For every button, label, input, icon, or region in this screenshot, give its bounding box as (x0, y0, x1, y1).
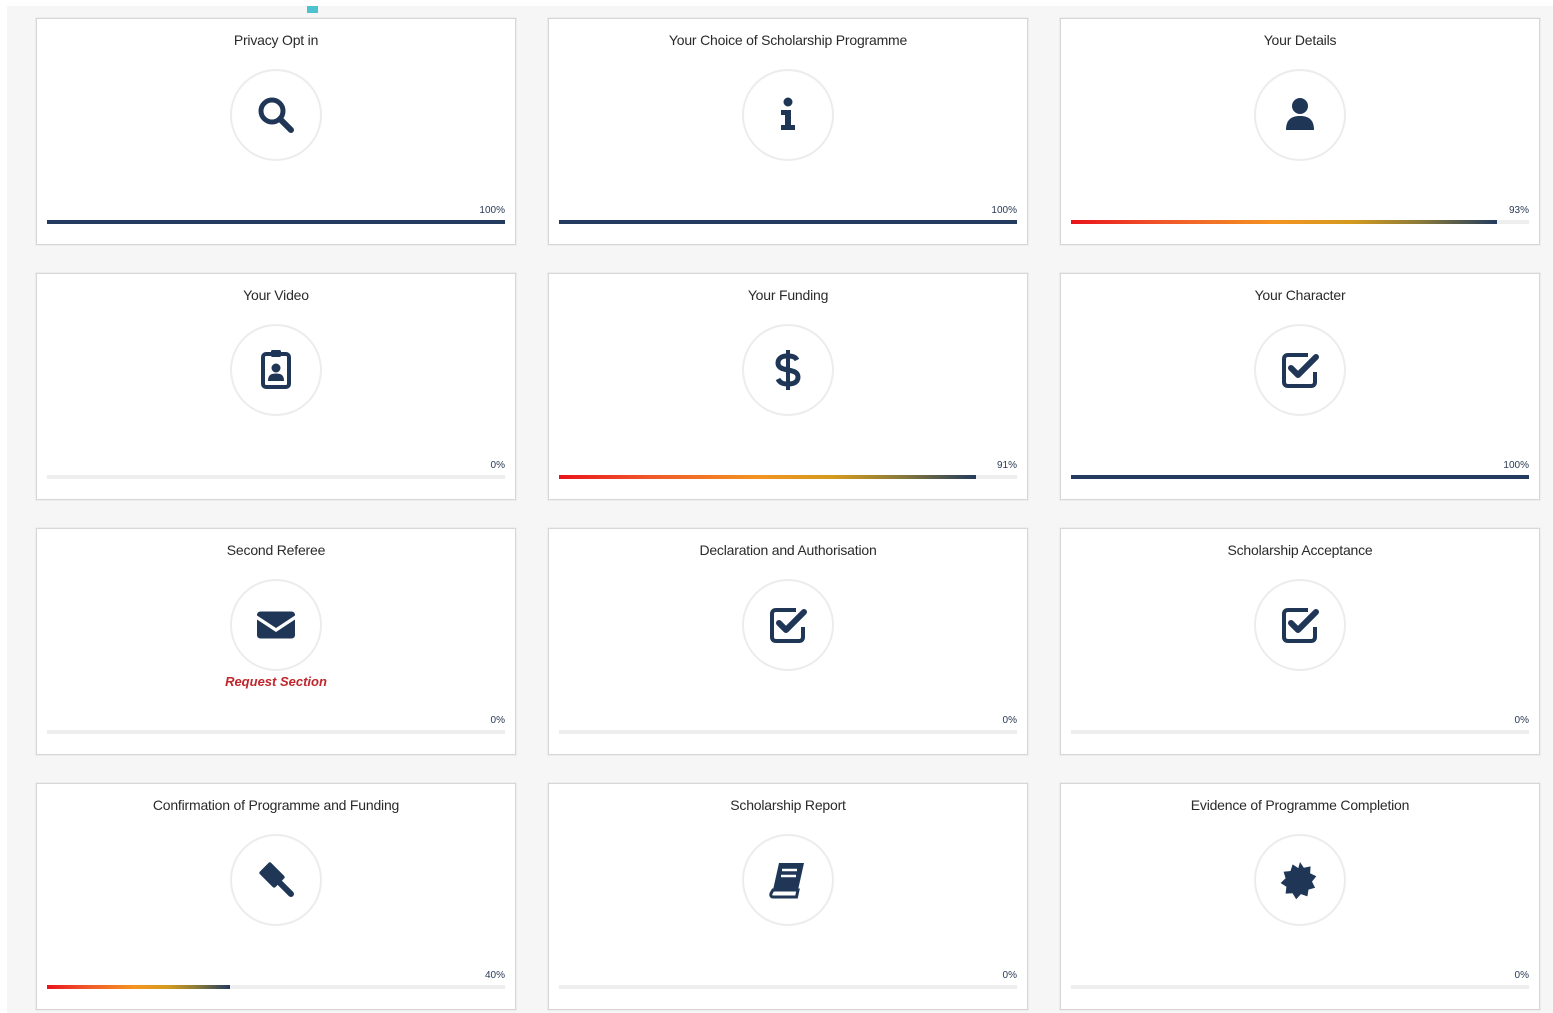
progress-percent: 91% (996, 460, 1017, 471)
icon-badge (742, 69, 834, 161)
section-title: Evidence of Programme Completion (1190, 797, 1410, 813)
icon-badge (1254, 324, 1346, 416)
progress-percent: 100% (479, 205, 505, 216)
progress-percent: 0% (490, 715, 505, 726)
section-card-privacy-opt-in[interactable]: Privacy Opt in 100% (36, 18, 516, 245)
progress-fill (1071, 475, 1529, 479)
search-icon (254, 93, 298, 137)
info-icon (766, 93, 810, 137)
progress-bar (1071, 730, 1529, 734)
progress-bar (559, 220, 1017, 224)
section-card-confirmation[interactable]: Confirmation of Programme and Funding 40… (36, 783, 516, 1010)
id-badge-icon (254, 348, 298, 392)
icon-badge (230, 69, 322, 161)
icon-badge (742, 834, 834, 926)
progress-bar (1071, 475, 1529, 479)
section-card-your-details[interactable]: Your Details 93% (1060, 18, 1540, 245)
progress-percent: 0% (490, 460, 505, 471)
user-icon (1278, 93, 1322, 137)
section-title: Your Choice of Scholarship Programme (668, 32, 908, 48)
icon-badge (1254, 579, 1346, 671)
section-title: Second Referee (226, 542, 326, 558)
section-title: Scholarship Acceptance (1227, 542, 1373, 558)
icon-badge (230, 324, 322, 416)
icon-badge (742, 579, 834, 671)
progress-bar (1071, 220, 1529, 224)
section-card-scholarship-programme[interactable]: Your Choice of Scholarship Programme 100… (548, 18, 1028, 245)
progress-fill (47, 220, 505, 224)
section-card-scholarship-acceptance[interactable]: Scholarship Acceptance 0% (1060, 528, 1540, 755)
section-card-second-referee[interactable]: Second Referee Request Section 0% (36, 528, 516, 755)
section-title: Confirmation of Programme and Funding (152, 797, 400, 813)
icon-badge (230, 834, 322, 926)
section-title: Scholarship Report (730, 797, 846, 813)
progress-fill (559, 220, 1017, 224)
section-card-grid: Privacy Opt in 100% Your Choice of Schol… (36, 18, 1540, 1010)
progress-fill (47, 985, 231, 989)
icon-badge (1254, 69, 1346, 161)
progress-percent: 100% (991, 205, 1017, 216)
envelope-icon (254, 603, 298, 647)
dollar-icon (766, 348, 810, 392)
checkbox-icon (1278, 348, 1322, 392)
section-card-declaration[interactable]: Declaration and Authorisation 0% (548, 528, 1028, 755)
progress-percent: 0% (1002, 970, 1017, 981)
request-section-link[interactable]: Request Section (37, 674, 515, 689)
section-title: Declaration and Authorisation (699, 542, 877, 558)
progress-bar (559, 730, 1017, 734)
progress-percent: 100% (1503, 460, 1529, 471)
progress-percent: 93% (1508, 205, 1529, 216)
section-card-your-character[interactable]: Your Character 100% (1060, 273, 1540, 500)
progress-bar (47, 985, 505, 989)
icon-badge (742, 324, 834, 416)
certificate-icon (1278, 858, 1322, 902)
progress-percent: 0% (1514, 970, 1529, 981)
accent-marker (307, 6, 318, 13)
section-title: Your Character (1254, 287, 1346, 303)
application-dashboard: Privacy Opt in 100% Your Choice of Schol… (7, 6, 1553, 1013)
icon-badge (230, 579, 322, 671)
progress-fill (1071, 220, 1497, 224)
section-card-programme-completion[interactable]: Evidence of Programme Completion 0% (1060, 783, 1540, 1010)
book-icon (766, 858, 810, 902)
checkbox-icon (1278, 603, 1322, 647)
section-title: Privacy Opt in (233, 32, 319, 48)
progress-bar (1071, 985, 1529, 989)
progress-bar (47, 475, 505, 479)
section-title: Your Funding (747, 287, 829, 303)
progress-fill (559, 475, 976, 479)
progress-percent: 40% (484, 970, 505, 981)
section-card-your-funding[interactable]: Your Funding 91% (548, 273, 1028, 500)
checkbox-icon (766, 603, 810, 647)
gavel-icon (254, 858, 298, 902)
icon-badge (1254, 834, 1346, 926)
progress-bar (47, 220, 505, 224)
progress-percent: 0% (1514, 715, 1529, 726)
section-card-scholarship-report[interactable]: Scholarship Report 0% (548, 783, 1028, 1010)
progress-bar (47, 730, 505, 734)
section-title: Your Video (243, 287, 309, 303)
progress-bar (559, 985, 1017, 989)
progress-percent: 0% (1002, 715, 1017, 726)
progress-bar (559, 475, 1017, 479)
section-card-your-video[interactable]: Your Video 0% (36, 273, 516, 500)
section-title: Your Details (1263, 32, 1337, 48)
